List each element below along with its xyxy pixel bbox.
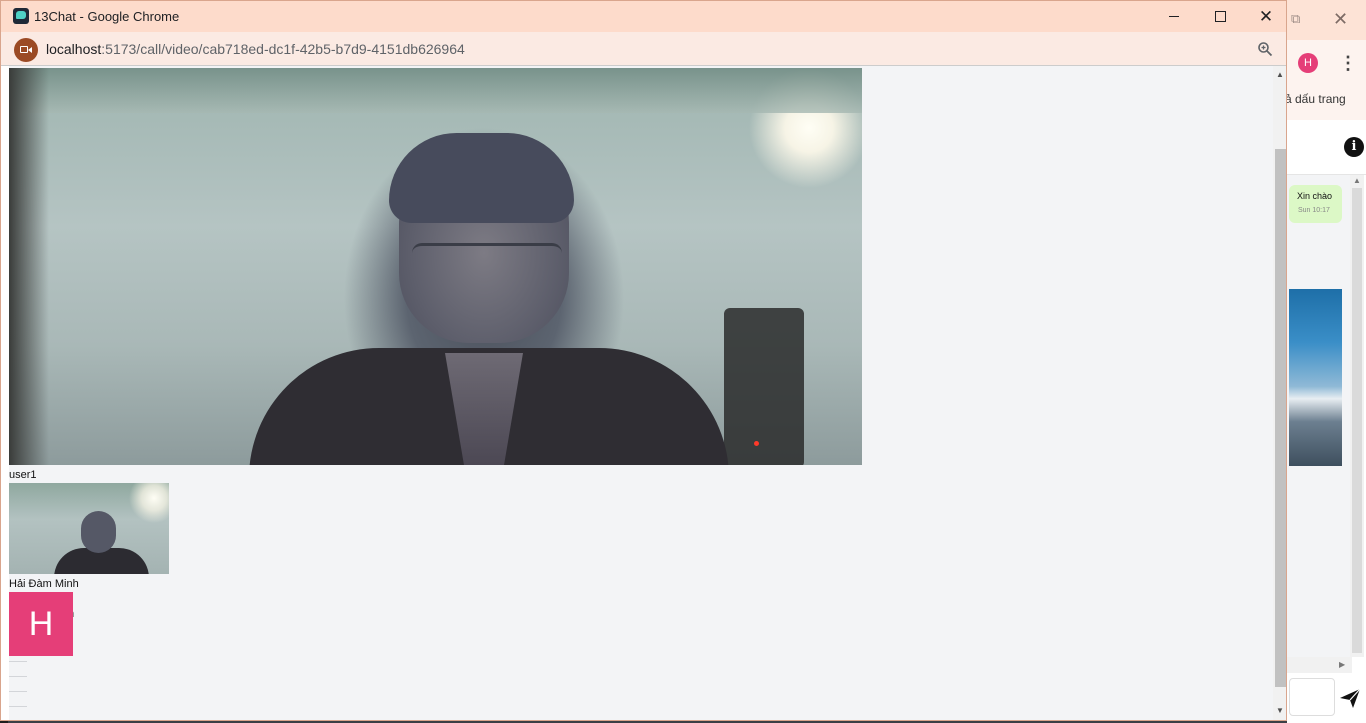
faded-placeholder-lines <box>9 661 39 711</box>
close-icon[interactable]: ✕ <box>1333 10 1351 28</box>
video-wall-border <box>9 68 862 113</box>
thumb-person-head <box>81 511 116 553</box>
minimize-button[interactable] <box>1151 1 1197 32</box>
zoom-icon[interactable] <box>1257 41 1273 57</box>
video-left-shadow <box>9 68 49 465</box>
thumbnail-label: Hải Đàm Minh <box>9 578 79 590</box>
thumbnail-video-feed[interactable] <box>9 483 169 574</box>
restore-icon[interactable]: ⧉ <box>1291 12 1305 26</box>
message-time: Sun 10:17 <box>1298 207 1330 214</box>
profile-avatar[interactable]: H <box>1298 53 1318 73</box>
close-button[interactable]: ✕ <box>1243 1 1286 32</box>
message-input[interactable] <box>1289 678 1335 716</box>
window-titlebar: 13Chat - Google Chrome ✕ <box>1 1 1286 32</box>
kebab-menu-icon[interactable]: ⋮ <box>1339 52 1357 74</box>
chat-scrollbar-thumb[interactable] <box>1352 188 1362 653</box>
minimize-icon <box>1169 16 1179 17</box>
video-person-glasses <box>412 243 562 274</box>
participant-avatar[interactable]: H <box>9 592 73 656</box>
chat-scroll-up-arrow[interactable]: ▲ <box>1353 176 1361 185</box>
main-video-feed[interactable] <box>9 68 862 465</box>
window-title: 13Chat - Google Chrome <box>34 9 180 24</box>
maximize-icon <box>1215 11 1226 22</box>
video-device-led <box>754 441 759 446</box>
video-call-popup-window: 13Chat - Google Chrome ✕ localhost:5173/… <box>0 0 1287 721</box>
call-content-area: user1 Hải Đàm Minh h u H <box>9 66 1273 720</box>
close-icon: ✕ <box>1258 7 1274 26</box>
video-background-device <box>724 308 804 465</box>
chat-scroll-right-arrow[interactable]: ▶ <box>1339 660 1345 669</box>
video-person-hair <box>389 133 574 223</box>
message-image[interactable] <box>1289 289 1342 466</box>
url-path: :5173/call/video/cab718ed-dc1f-42b5-b7d9… <box>101 41 465 57</box>
scroll-down-arrow[interactable]: ▼ <box>1276 706 1284 715</box>
scrollbar-thumb[interactable] <box>1275 149 1286 687</box>
main-video-label: user1 <box>9 469 37 481</box>
scroll-up-arrow[interactable]: ▲ <box>1276 70 1284 79</box>
info-icon[interactable]: i <box>1344 137 1364 157</box>
bookmarks-bar-text[interactable]: ả dấu trang <box>1285 92 1346 106</box>
maximize-button[interactable] <box>1197 1 1243 32</box>
send-icon[interactable] <box>1338 686 1362 710</box>
url-host: localhost <box>46 41 102 57</box>
app-icon <box>13 8 29 24</box>
url-text[interactable]: localhost:5173/call/video/cab718ed-dc1f-… <box>46 41 465 57</box>
message-text: Xin chào <box>1297 191 1333 201</box>
video-camera-icon[interactable] <box>14 38 38 62</box>
background-toolbar <box>1287 40 1366 120</box>
